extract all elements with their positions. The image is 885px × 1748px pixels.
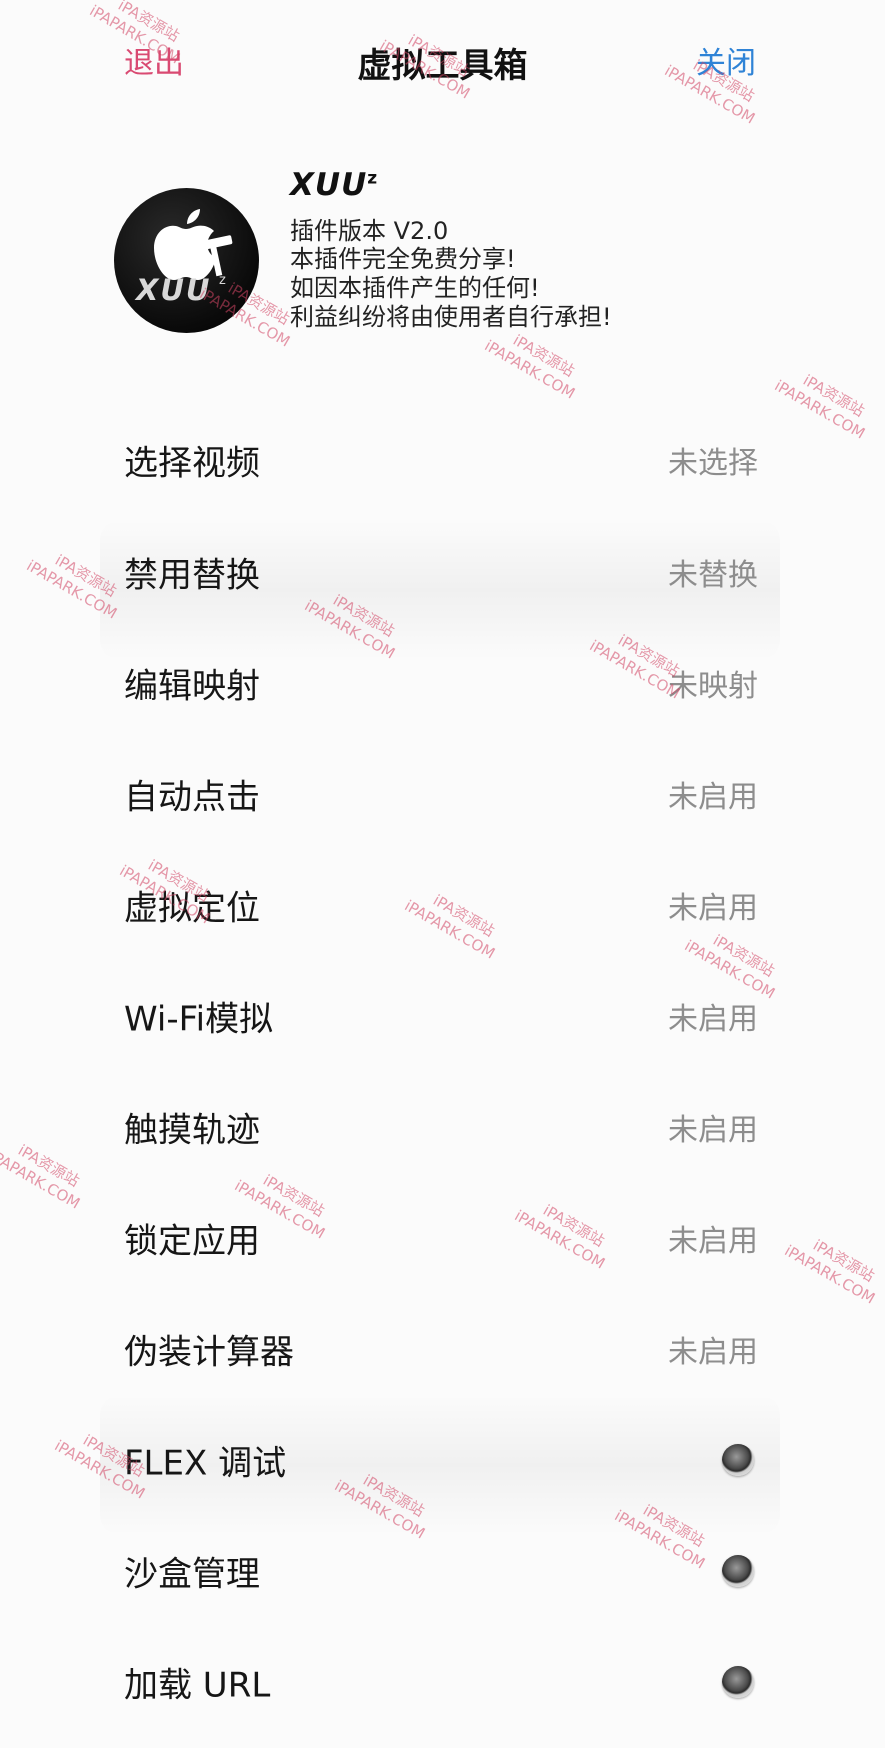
- menu-item-label: 虚拟定位: [124, 888, 260, 929]
- menu-item-label: 选择视频: [124, 443, 260, 484]
- menu-item-auto-click[interactable]: 自动点击 未启用: [0, 739, 885, 849]
- radio-toggle-icon[interactable]: [722, 1444, 754, 1476]
- close-button[interactable]: 关闭: [696, 38, 756, 82]
- menu-item-disguise-calculator[interactable]: 伪装计算器 未启用: [0, 1294, 885, 1404]
- apple-hammer-icon: XUU z: [134, 209, 233, 307]
- menu-item-label: 编辑映射: [124, 666, 260, 707]
- menu-item-label: 加载 URL: [124, 1665, 271, 1706]
- radio-toggle-icon[interactable]: [722, 1666, 754, 1698]
- radio-toggle-icon[interactable]: [722, 1555, 754, 1587]
- brand-sup: z: [367, 168, 379, 189]
- brand-text: XUU: [290, 167, 368, 203]
- menu-item-label: 禁用替换: [124, 555, 260, 596]
- menu-item-value: 未替换: [668, 558, 758, 593]
- logo-sup: z: [219, 273, 226, 288]
- menu-item-disable-replace[interactable]: 禁用替换 未替换: [0, 517, 885, 627]
- menu-item-value: 未映射: [668, 669, 758, 704]
- menu-item-label: 伪装计算器: [124, 1332, 294, 1373]
- navigation-bar: 退出 虚拟工具箱 关闭: [0, 0, 885, 130]
- menu-item-lock-app[interactable]: 锁定应用 未启用: [0, 1183, 885, 1293]
- menu-item-label: 锁定应用: [124, 1221, 260, 1262]
- menu-item-value: 未启用: [668, 1113, 758, 1148]
- menu-item-label: 自动点击: [124, 777, 260, 818]
- menu-item-value: 未启用: [668, 780, 758, 815]
- menu-item-value: 未启用: [668, 891, 758, 926]
- logo-text: XUU: [134, 273, 211, 307]
- menu-item-value: 未启用: [668, 1224, 758, 1259]
- menu-item-virtual-location[interactable]: 虚拟定位 未启用: [0, 850, 885, 960]
- menu-item-label: 沙盒管理: [124, 1554, 260, 1595]
- menu-item-select-video[interactable]: 选择视频 未选择: [0, 405, 885, 515]
- menu-item-label: FLEX 调试: [124, 1443, 287, 1484]
- menu-item-wifi-simulation[interactable]: Wi-Fi模拟 未启用: [0, 961, 885, 1071]
- plugin-info-header: XUU z XUUz 插件版本 V2.0 本插件完全免费分享! 如因本插件产生的…: [114, 165, 814, 345]
- xuu-logo: XUU z: [114, 188, 259, 333]
- menu-item-load-url[interactable]: 加载 URL: [0, 1627, 885, 1737]
- menu-item-sandbox-manage[interactable]: 沙盒管理: [0, 1516, 885, 1626]
- menu-item-edit-mapping[interactable]: 编辑映射 未映射: [0, 628, 885, 738]
- brand-name: XUUz: [290, 167, 378, 203]
- menu-item-value: 未选择: [668, 446, 758, 481]
- menu-item-label: 触摸轨迹: [124, 1110, 260, 1151]
- menu-item-value: 未启用: [668, 1002, 758, 1037]
- menu-item-flex-debug[interactable]: FLEX 调试: [0, 1405, 885, 1515]
- watermark-line: iPAPARK.COM: [481, 336, 579, 403]
- menu-item-value: 未启用: [668, 1335, 758, 1370]
- menu-item-touch-trail[interactable]: 触摸轨迹 未启用: [0, 1072, 885, 1182]
- menu-item-label: Wi-Fi模拟: [124, 999, 274, 1040]
- disclaimer-text-2: 利益纠纷将由使用者自行承担!: [290, 303, 612, 331]
